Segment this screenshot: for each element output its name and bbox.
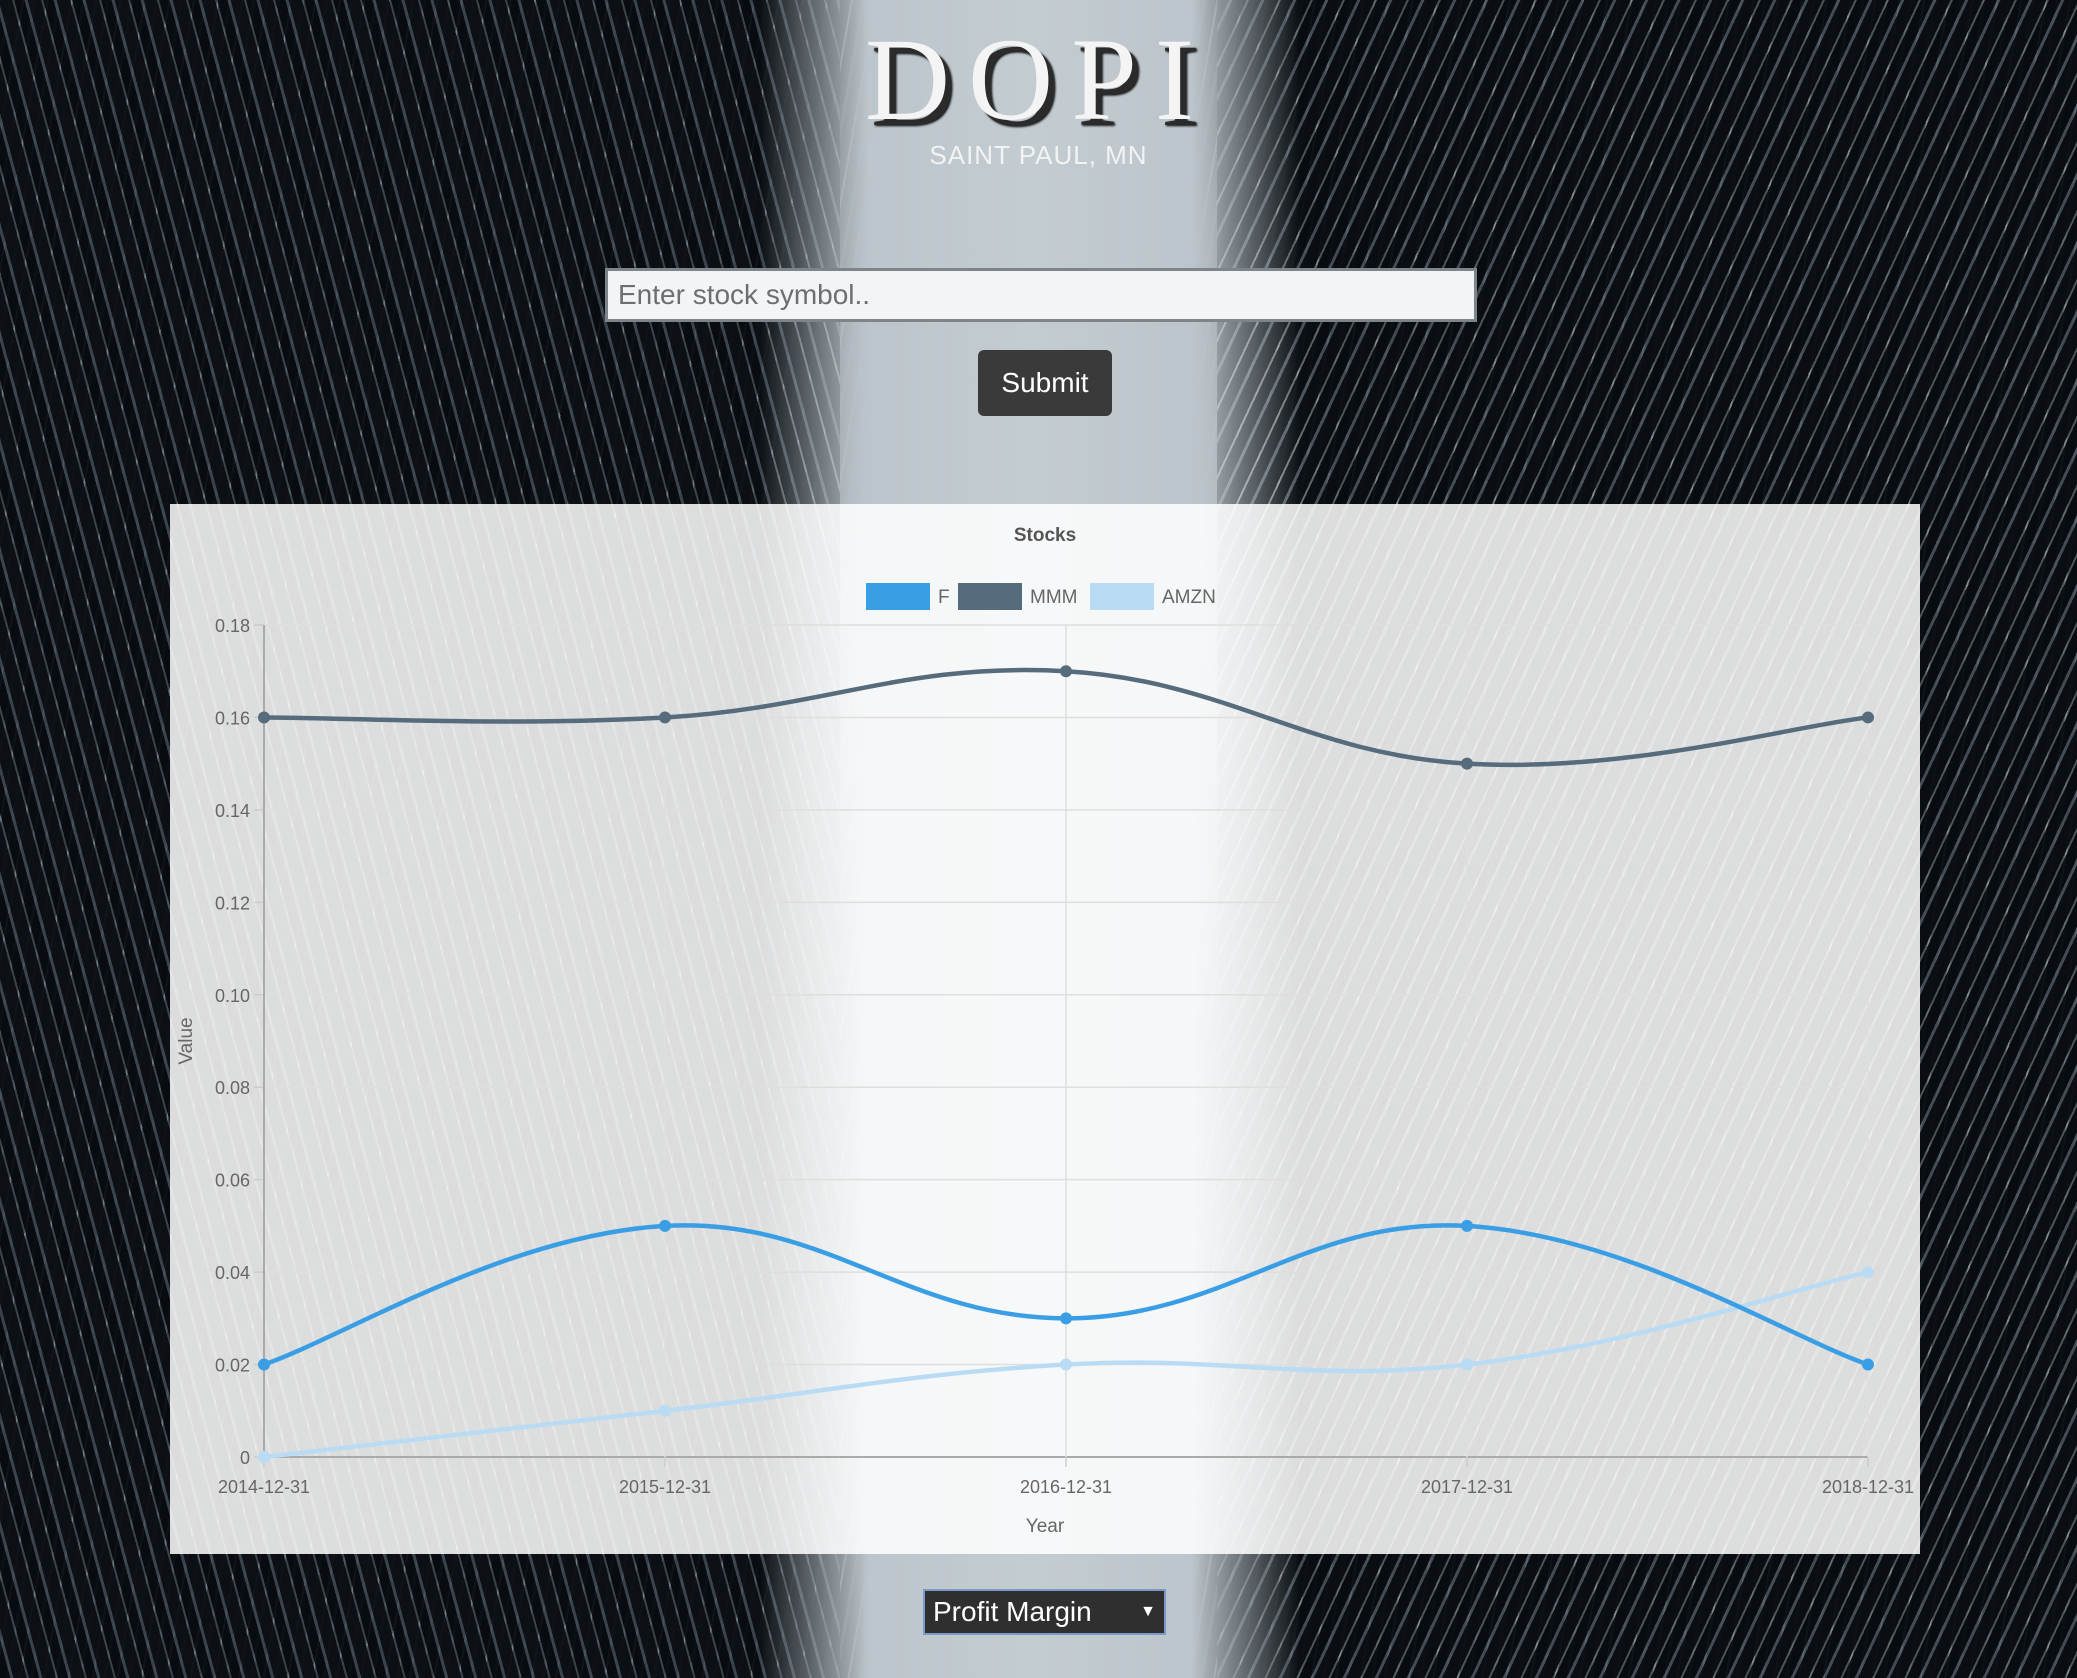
legend-label-f: F xyxy=(938,587,950,608)
chart-title: Stocks xyxy=(1014,525,1076,546)
data-point-mmm xyxy=(1461,757,1473,770)
data-point-amzn xyxy=(1461,1358,1473,1371)
submit-button[interactable]: Submit xyxy=(978,350,1112,416)
stock-symbol-input[interactable] xyxy=(605,268,1477,322)
data-point-mmm xyxy=(258,711,270,724)
data-point-amzn xyxy=(258,1451,270,1463)
x-tick-label: 2016-12-31 xyxy=(1020,1477,1112,1497)
legend-swatch-mmm xyxy=(958,583,1022,610)
stocks-line-chart: Stocks F MMM AMZN 0 0.02 0.04 0.06 0.08 0.10 0.12 0… xyxy=(176,525,1914,1537)
x-tick-label: 2014-12-31 xyxy=(218,1477,310,1497)
y-tick-label: 0.18 xyxy=(215,616,250,636)
metric-select[interactable]: Profit Margin ▼ xyxy=(923,1589,1166,1635)
y-tick-label: 0.12 xyxy=(215,893,250,913)
site-logo: DOPI xyxy=(864,14,1213,145)
data-point-f xyxy=(1461,1219,1473,1232)
legend-label-mmm: MMM xyxy=(1030,587,1077,608)
data-point-amzn xyxy=(1862,1266,1874,1279)
data-point-amzn xyxy=(1060,1358,1072,1371)
x-tick-label: 2015-12-31 xyxy=(619,1477,711,1497)
y-tick-label: 0.08 xyxy=(215,1078,250,1098)
y-tick-label: 0.02 xyxy=(215,1356,250,1376)
x-tick-label: 2018-12-31 xyxy=(1822,1477,1914,1497)
stocks-chart-panel: Stocks F MMM AMZN 0 0.02 0.04 0.06 0.08 0.10 0.12 0… xyxy=(170,504,1920,1554)
legend-label-amzn: AMZN xyxy=(1162,587,1216,608)
legend-swatch-amzn xyxy=(1090,583,1154,610)
data-point-mmm xyxy=(659,711,671,724)
y-tick-label: 0 xyxy=(240,1448,250,1468)
x-tick-label: 2017-12-31 xyxy=(1421,1477,1513,1497)
y-tick-label: 0.06 xyxy=(215,1171,250,1191)
x-axis-label: Year xyxy=(1026,1516,1065,1537)
chevron-down-icon: ▼ xyxy=(1140,1603,1156,1620)
y-tick-label: 0.16 xyxy=(215,708,250,728)
y-axis-label: Value xyxy=(176,1017,197,1064)
y-tick-label: 0.10 xyxy=(215,986,250,1006)
data-point-f xyxy=(1060,1312,1072,1325)
data-point-f xyxy=(1862,1358,1874,1371)
y-tick-label: 0.04 xyxy=(215,1263,250,1283)
y-tick-label: 0.14 xyxy=(215,801,250,821)
data-point-f xyxy=(258,1358,270,1371)
data-point-mmm xyxy=(1862,711,1874,724)
data-point-f xyxy=(659,1219,671,1232)
legend-swatch-f xyxy=(866,583,930,610)
metric-select-value: Profit Margin xyxy=(933,1596,1092,1627)
data-point-amzn xyxy=(659,1404,671,1417)
data-point-mmm xyxy=(1060,665,1072,678)
site-location: SAINT PAUL, MN xyxy=(929,140,1148,170)
